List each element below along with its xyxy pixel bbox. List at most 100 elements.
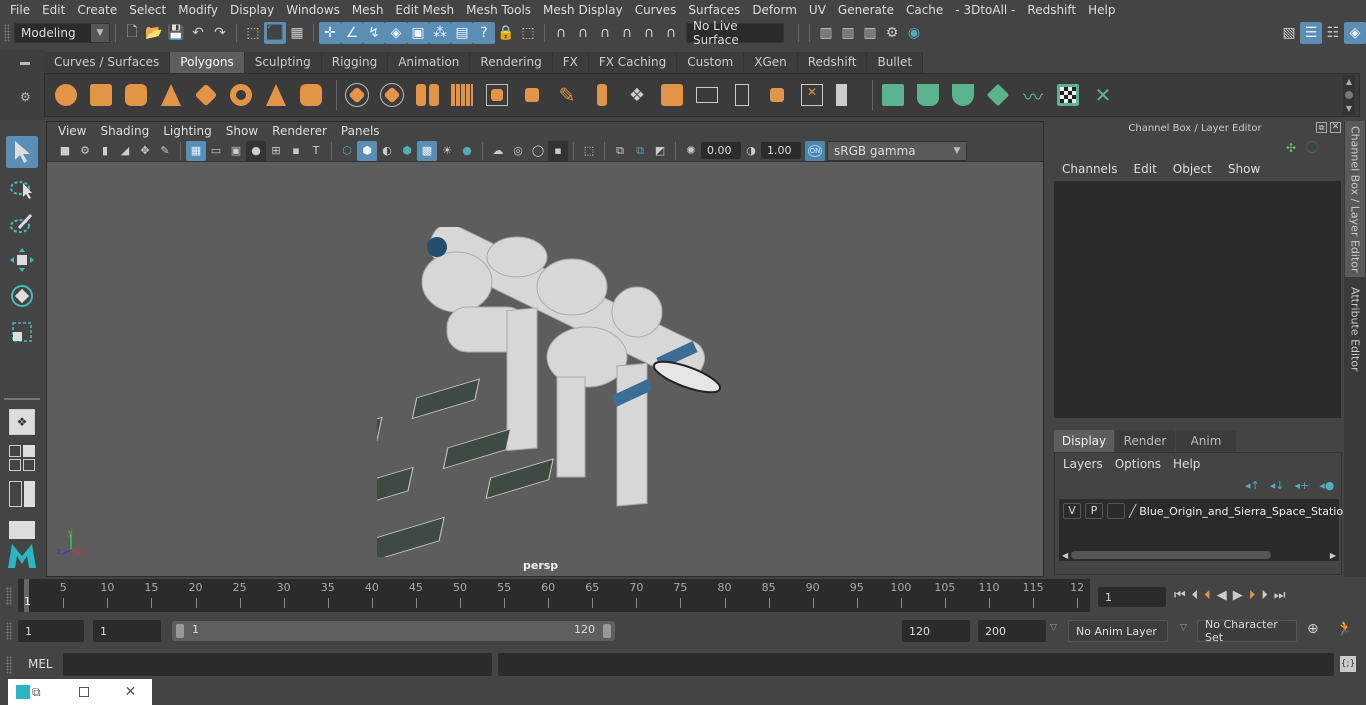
- fill-hole-icon[interactable]: [832, 80, 862, 110]
- shelf-scroll[interactable]: ▲ ▼: [1343, 75, 1355, 115]
- anim-layer-dropdown[interactable]: No Anim Layer: [1068, 620, 1168, 642]
- playback-end-field[interactable]: 120: [902, 620, 970, 642]
- exposure-icon[interactable]: ✺: [681, 141, 701, 161]
- menu-help[interactable]: Help: [1082, 3, 1121, 17]
- magnet-live-icon[interactable]: ∩: [660, 22, 682, 44]
- menu-mesh[interactable]: Mesh: [346, 3, 390, 17]
- current-frame-field[interactable]: 1: [1098, 587, 1166, 607]
- viewport-menu-panels[interactable]: Panels: [334, 124, 387, 138]
- chevron-down-icon[interactable]: ▽: [1180, 623, 1187, 633]
- menu-file[interactable]: File: [4, 3, 36, 17]
- menu-create[interactable]: Create: [71, 3, 123, 17]
- poly-torus-icon[interactable]: [226, 80, 256, 110]
- poly-sphere-icon[interactable]: [51, 80, 81, 110]
- menu-edit-mesh[interactable]: Edit Mesh: [389, 3, 460, 17]
- magnet-grid-icon[interactable]: ∩: [550, 22, 572, 44]
- planar-uv-icon[interactable]: [878, 80, 908, 110]
- range-end-handle[interactable]: [603, 624, 611, 638]
- target-weld-icon[interactable]: [762, 80, 792, 110]
- channel-box-menu-channels[interactable]: Channels: [1054, 162, 1126, 176]
- field-chart-icon[interactable]: ⊞: [266, 141, 286, 161]
- tool-settings-icon[interactable]: ☷: [1322, 22, 1344, 44]
- start-time-field[interactable]: 1: [18, 620, 84, 642]
- layer-menu-layers[interactable]: Layers: [1059, 457, 1111, 471]
- channel-box-menu-show[interactable]: Show: [1220, 162, 1268, 176]
- viewport-menu-shading[interactable]: Shading: [93, 124, 156, 138]
- shelf-menu-icon[interactable]: [20, 62, 30, 65]
- layer-playback-toggle[interactable]: P: [1085, 503, 1103, 519]
- shelf-tab-rigging[interactable]: Rigging: [321, 52, 389, 73]
- manipulator-icon[interactable]: ✣: [1286, 141, 1296, 155]
- automatic-uv-icon[interactable]: [983, 80, 1013, 110]
- shadows-icon[interactable]: ●: [457, 141, 477, 161]
- modeling-toolkit-icon[interactable]: ▧: [1278, 22, 1300, 44]
- uv-editor-icon[interactable]: [1053, 80, 1083, 110]
- go-to-start-icon[interactable]: ⏮: [1174, 588, 1186, 603]
- space-station-model[interactable]: [377, 227, 737, 557]
- auto-key-icon[interactable]: ⊕: [1307, 621, 1319, 637]
- restore-icon[interactable]: ⧉: [32, 685, 41, 700]
- menu-cache[interactable]: Cache: [900, 3, 949, 17]
- render-settings-icon[interactable]: ⚙: [881, 22, 903, 44]
- poly-cylinder-icon[interactable]: [121, 80, 151, 110]
- magnet-surface-icon[interactable]: ∩: [638, 22, 660, 44]
- resolution-gate-icon[interactable]: ▣: [226, 141, 246, 161]
- poly-pipe-icon[interactable]: [296, 80, 326, 110]
- menu-edit[interactable]: Edit: [36, 3, 71, 17]
- magnet-point-icon[interactable]: ∩: [594, 22, 616, 44]
- new-layer-selected-icon[interactable]: ◂●: [1319, 479, 1334, 492]
- exposure-field[interactable]: 0.00: [701, 142, 741, 159]
- channel-box-menu-object[interactable]: Object: [1165, 162, 1220, 176]
- poly-plane-icon[interactable]: [191, 80, 221, 110]
- anti-aliasing-icon[interactable]: ◯: [528, 141, 548, 161]
- pin-icon[interactable]: ╱: [1324, 139, 1331, 153]
- chevron-down-icon[interactable]: ▽: [1050, 623, 1057, 633]
- go-to-end-icon[interactable]: ⏭: [1274, 588, 1286, 603]
- help-icon[interactable]: ?: [473, 22, 495, 44]
- single-perspective-layout-icon[interactable]: ❖: [6, 406, 38, 438]
- menu-select[interactable]: Select: [123, 3, 172, 17]
- close-icon[interactable]: ✕: [1330, 122, 1341, 133]
- tab-render[interactable]: Render: [1115, 430, 1175, 452]
- time-slider-track[interactable]: 1 5 10 15 20 25 30 35 40 45 50 55 60 65 70 75 80 85 90 95 1…: [18, 579, 1090, 612]
- select-tool-icon[interactable]: [6, 136, 38, 168]
- poly-cube-icon[interactable]: [86, 80, 116, 110]
- playback-start-field[interactable]: 1: [93, 620, 161, 642]
- shelf-tab-polygons[interactable]: Polygons: [170, 52, 245, 73]
- grease-pencil-icon[interactable]: ✎: [155, 141, 175, 161]
- layer-color-swatch[interactable]: ╱: [1129, 504, 1136, 518]
- viewport-panel[interactable]: View Shading Lighting Show Renderer Panels ■ …: [46, 121, 1044, 577]
- hypershade-icon[interactable]: ◉: [903, 22, 925, 44]
- redo-icon[interactable]: ↷: [209, 22, 231, 44]
- poly-prism-icon[interactable]: [261, 80, 291, 110]
- tab-channel-box-layer-editor[interactable]: Channel Box / Layer Editor: [1345, 121, 1365, 277]
- prev-key-icon[interactable]: ⏴: [1204, 588, 1211, 603]
- xray-icon[interactable]: ⧉: [610, 141, 630, 161]
- menu-redshift[interactable]: Redshift: [1021, 3, 1082, 17]
- undo-icon[interactable]: ↶: [187, 22, 209, 44]
- channel-box-area[interactable]: [1054, 181, 1341, 418]
- shelf-gear-icon[interactable]: ⚙: [20, 90, 31, 104]
- play-forward-icon[interactable]: ▶: [1233, 588, 1243, 603]
- step-forward-key-icon[interactable]: ⏵: [1261, 588, 1268, 603]
- viewport-menu-show[interactable]: Show: [219, 124, 265, 138]
- save-scene-icon[interactable]: 💾: [165, 22, 187, 44]
- shelf-tab-curves-surfaces[interactable]: Curves / Surfaces: [44, 52, 171, 73]
- lock-icon[interactable]: 🔒: [495, 22, 517, 44]
- select-lasso-icon[interactable]: ⬚: [517, 22, 539, 44]
- snap-live-icon[interactable]: ▣: [407, 22, 429, 44]
- menu-mesh-tools[interactable]: Mesh Tools: [460, 3, 537, 17]
- persp-outliner-layout-icon[interactable]: [6, 478, 38, 510]
- mirror-icon[interactable]: [412, 80, 442, 110]
- paint-select-tool-icon[interactable]: [6, 208, 38, 240]
- smooth-shade-icon[interactable]: ⬢: [357, 140, 377, 161]
- unfold-uv-icon[interactable]: 〰: [1018, 80, 1048, 110]
- select-component-icon[interactable]: ▦: [286, 22, 308, 44]
- merge-icon[interactable]: ✕: [797, 80, 827, 110]
- wireframe-icon[interactable]: ⬡: [337, 141, 357, 161]
- play-backward-icon[interactable]: ◀: [1217, 588, 1227, 603]
- depth-of-field-icon[interactable]: ▪: [548, 140, 568, 161]
- viewport-menu-renderer[interactable]: Renderer: [265, 124, 334, 138]
- layer-visibility-toggle[interactable]: V: [1063, 503, 1081, 519]
- command-input[interactable]: [63, 653, 492, 676]
